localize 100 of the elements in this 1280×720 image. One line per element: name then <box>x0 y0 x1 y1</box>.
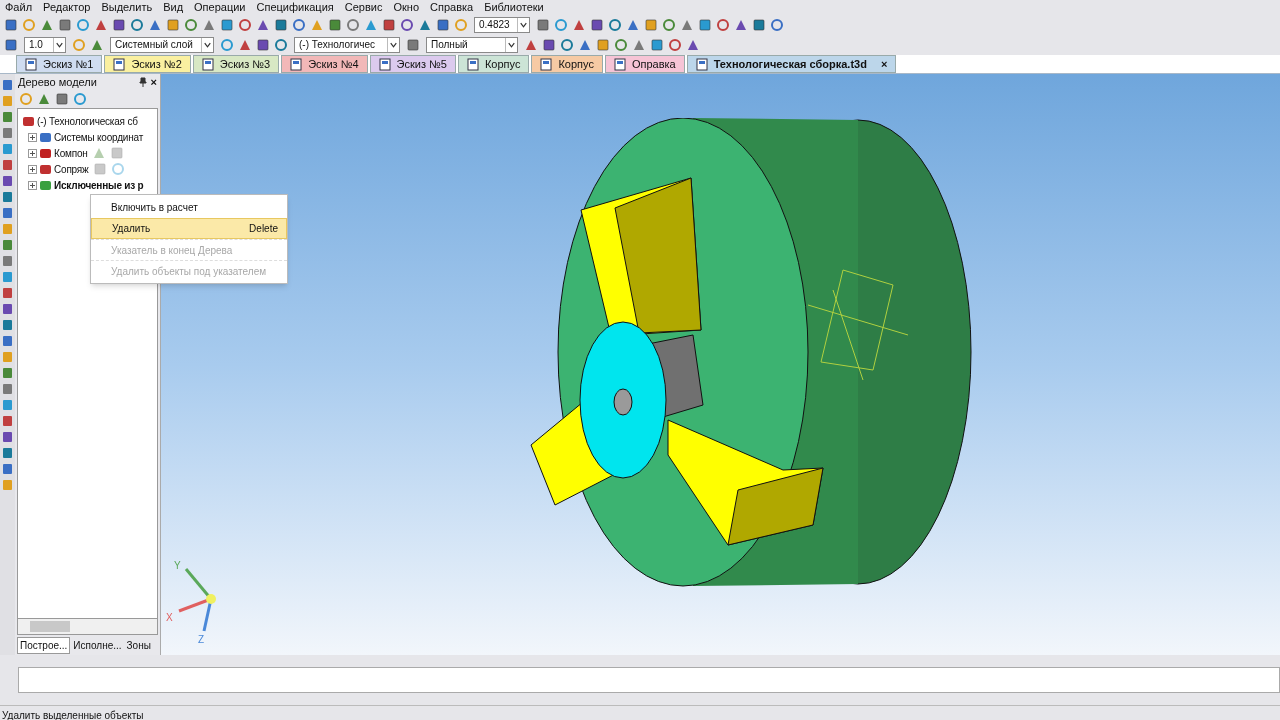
tool-icon[interactable] <box>418 18 432 32</box>
tool-icon[interactable] <box>662 18 676 32</box>
menu-item[interactable]: Сервис <box>344 2 383 13</box>
menu-item[interactable]: Справка <box>430 2 474 13</box>
tool-icon[interactable] <box>770 18 784 32</box>
dropdown-arrow-icon[interactable] <box>201 38 213 52</box>
dropdown-arrow-icon[interactable] <box>517 18 529 32</box>
expand-icon[interactable] <box>28 132 37 142</box>
tool-icon[interactable] <box>2 318 13 332</box>
menu-item[interactable]: Окно <box>393 2 419 13</box>
tool-icon[interactable] <box>2 462 13 476</box>
tool-icon[interactable] <box>2 254 13 268</box>
menu-item[interactable]: Редактор <box>43 2 91 13</box>
menu-item[interactable]: Выделить <box>101 2 153 13</box>
tool-icon[interactable] <box>4 18 18 32</box>
tool-icon[interactable] <box>94 18 108 32</box>
tool-icon[interactable] <box>632 38 646 52</box>
menu-item[interactable]: Файл <box>5 2 33 13</box>
tool-icon[interactable] <box>2 414 13 428</box>
pin-icon[interactable] <box>138 77 147 87</box>
tool-icon[interactable] <box>37 92 51 106</box>
tool-icon[interactable] <box>2 238 13 252</box>
tool-icon[interactable] <box>524 38 538 52</box>
tool-icon[interactable] <box>2 302 13 316</box>
document-tab[interactable]: Эскиз №4 <box>281 55 368 73</box>
tool-icon[interactable] <box>220 18 234 32</box>
tool-icon[interactable] <box>734 18 748 32</box>
tool-icon[interactable] <box>698 18 712 32</box>
tool-icon[interactable] <box>55 92 69 106</box>
tool-icon[interactable] <box>184 18 198 32</box>
tool-icon[interactable] <box>572 18 586 32</box>
document-tab[interactable]: Эскиз №5 <box>369 55 456 73</box>
tool-icon[interactable] <box>406 38 420 52</box>
tool-icon[interactable] <box>58 18 72 32</box>
tool-icon[interactable] <box>680 18 694 32</box>
tool-icon[interactable] <box>202 18 216 32</box>
zoom-field[interactable]: 0.4823 <box>474 17 530 33</box>
tool-icon[interactable] <box>328 18 342 32</box>
tool-icon[interactable] <box>2 286 13 300</box>
document-tab[interactable]: Корпус <box>531 55 603 73</box>
layer-field[interactable]: Системный слой <box>110 37 214 53</box>
command-line-field[interactable] <box>18 667 1280 693</box>
tool-icon[interactable] <box>2 334 13 348</box>
tool-icon[interactable] <box>274 18 288 32</box>
panel-tab[interactable]: Исполне... <box>71 637 124 653</box>
tree-item[interactable]: Компон <box>54 145 88 161</box>
tool-icon[interactable] <box>292 18 306 32</box>
tool-icon[interactable] <box>686 38 700 52</box>
tool-icon[interactable] <box>716 18 730 32</box>
document-tab[interactable]: Оправка <box>604 55 685 73</box>
tool-icon[interactable] <box>596 38 610 52</box>
tool-icon[interactable] <box>542 38 556 52</box>
dropdown-arrow-icon[interactable] <box>505 38 517 52</box>
tool-icon[interactable] <box>382 18 396 32</box>
tool-icon[interactable] <box>2 446 13 460</box>
dropdown-arrow-icon[interactable] <box>387 38 399 52</box>
tool-icon[interactable] <box>650 38 664 52</box>
tool-icon[interactable] <box>2 430 13 444</box>
tool-icon[interactable] <box>238 18 252 32</box>
tool-icon[interactable] <box>2 190 13 204</box>
panel-tab[interactable]: Зоны <box>124 637 153 653</box>
document-tab[interactable]: Эскиз №2 <box>104 55 191 73</box>
tool-icon[interactable] <box>166 18 180 32</box>
tree-item[interactable]: Сопряж <box>54 161 89 177</box>
expand-icon[interactable] <box>28 180 37 190</box>
tool-icon[interactable] <box>256 38 270 52</box>
tool-icon[interactable] <box>148 18 162 32</box>
menu-item[interactable]: Операции <box>194 2 246 13</box>
tool-icon[interactable] <box>752 18 766 32</box>
menu-item[interactable]: Спецификация <box>256 2 334 13</box>
tool-icon[interactable] <box>608 18 622 32</box>
document-tab[interactable]: Эскиз №1 <box>16 55 103 73</box>
tool-icon[interactable] <box>90 38 104 52</box>
menu-item[interactable]: Удалить Delete <box>91 218 287 239</box>
tool-icon[interactable] <box>238 38 252 52</box>
menu-item[interactable]: Библиотеки <box>484 2 544 13</box>
tool-icon[interactable] <box>590 18 604 32</box>
tool-icon[interactable] <box>130 18 144 32</box>
tool-icon[interactable] <box>578 38 592 52</box>
document-tab[interactable]: Эскиз №3 <box>192 55 280 73</box>
tool-icon[interactable] <box>614 38 628 52</box>
tool-icon[interactable] <box>626 18 640 32</box>
tool-icon[interactable] <box>2 110 13 124</box>
document-tab[interactable]: Корпус <box>457 55 530 73</box>
menu-item[interactable]: Вид <box>163 2 184 13</box>
variant-field[interactable]: (-) Технологичес <box>294 37 400 53</box>
tool-icon[interactable] <box>2 126 13 140</box>
tool-icon[interactable] <box>2 174 13 188</box>
tool-icon[interactable] <box>256 18 270 32</box>
tool-icon[interactable] <box>436 18 450 32</box>
view-mode-field[interactable]: Полный <box>426 37 518 53</box>
tool-icon[interactable] <box>644 18 658 32</box>
tree-item[interactable]: (-) Технологическая сб <box>37 113 138 129</box>
tool-icon[interactable] <box>560 38 574 52</box>
tool-icon[interactable] <box>4 38 18 52</box>
tool-icon[interactable] <box>2 206 13 220</box>
panel-tab[interactable]: Построе... <box>17 636 71 654</box>
tool-icon[interactable] <box>400 18 414 32</box>
tool-icon[interactable] <box>40 18 54 32</box>
tool-icon[interactable] <box>536 18 550 32</box>
